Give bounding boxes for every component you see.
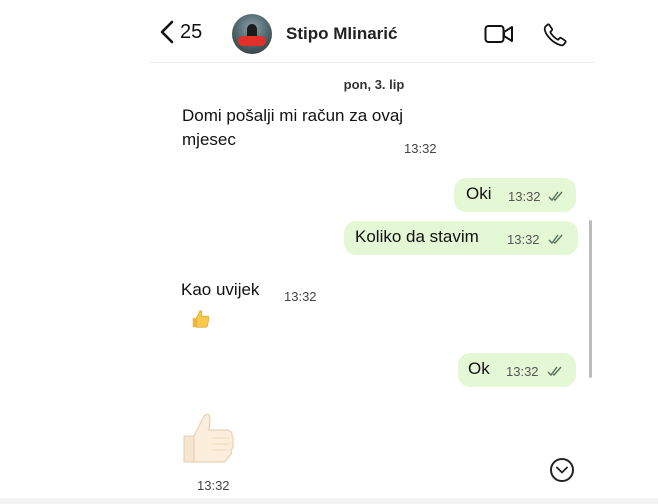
chat-header: 25 Stipo Mlinarić <box>0 0 658 62</box>
scroll-to-bottom-button[interactable] <box>550 458 574 482</box>
message-text-line: mjesec <box>182 130 236 149</box>
outgoing-message[interactable]: Koliko da stavim 13:32 <box>344 221 578 255</box>
phone-icon <box>543 23 567 47</box>
chevron-down-icon <box>556 466 568 474</box>
chevron-left-icon <box>160 20 174 44</box>
thumbs-up-sticker[interactable] <box>182 410 236 471</box>
video-call-button[interactable] <box>484 24 514 49</box>
unread-count: 25 <box>180 20 203 43</box>
outgoing-message[interactable]: Oki 13:32 <box>454 178 576 212</box>
contact-avatar[interactable] <box>232 14 272 54</box>
back-button[interactable]: 25 <box>160 20 202 44</box>
double-check-icon <box>548 234 563 245</box>
incoming-message[interactable]: Domi pošalji mi račun za ovaj mjesec <box>182 104 403 152</box>
outgoing-message[interactable]: Ok 13:32 <box>458 353 576 387</box>
message-text: Oki <box>466 184 492 203</box>
message-text: Koliko da stavim <box>355 227 479 246</box>
thumbs-up-icon <box>183 413 235 463</box>
message-text: Kao uvijek <box>181 280 260 299</box>
double-check-icon <box>548 191 563 202</box>
message-text-line: Domi pošalji mi račun za ovaj <box>182 106 404 125</box>
message-time: 13:32 <box>404 141 437 156</box>
message-time: 13:32 <box>197 478 230 493</box>
thumbs-up-icon[interactable] <box>190 308 212 335</box>
message-time: 13:32 <box>506 364 539 379</box>
incoming-message[interactable]: Kao uvijek <box>181 278 259 302</box>
date-separator: pon, 3. lip <box>343 77 405 92</box>
video-camera-icon <box>484 25 513 43</box>
message-text: Ok <box>468 359 490 378</box>
message-time: 13:32 <box>284 289 317 304</box>
message-time: 13:32 <box>508 189 541 204</box>
bottom-edge <box>0 498 658 504</box>
message-time: 13:32 <box>507 232 540 247</box>
scrollbar[interactable] <box>589 220 592 378</box>
header-divider <box>150 62 595 63</box>
double-check-icon <box>547 366 562 377</box>
contact-name[interactable]: Stipo Mlinarić <box>286 24 397 44</box>
voice-call-button[interactable] <box>542 22 568 53</box>
